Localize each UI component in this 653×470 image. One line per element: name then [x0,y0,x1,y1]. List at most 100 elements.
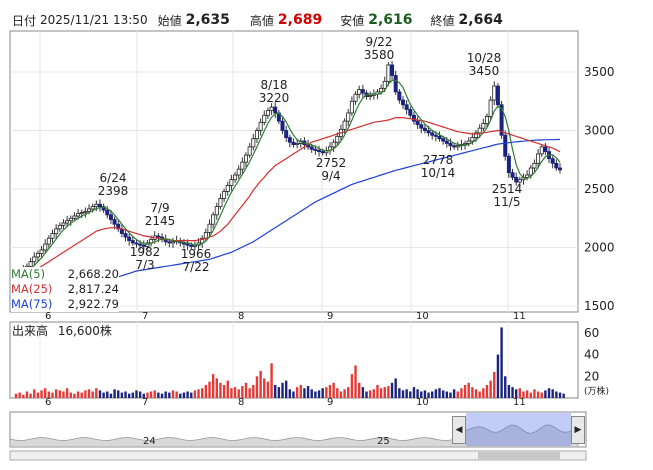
volume-bar [474,389,478,398]
volume-bar [504,376,507,398]
volume-bar [325,387,328,398]
volume-bar [248,388,251,398]
ma75-legend-name: MA(75) [11,297,53,311]
volume-bar [14,393,18,398]
navigator-scroll-thumb [478,452,560,459]
volume-bar [431,391,434,398]
x-month-label: 8 [238,311,244,322]
candle-body [430,132,435,136]
candle-body [244,154,249,163]
candle-body [419,124,424,129]
volume-bar [416,389,419,398]
annotation-bottom: 2145 [145,214,176,228]
volume-bar [54,389,58,398]
candle-body [123,233,128,238]
annotation-top: 2752 [316,156,347,170]
volume-bar [91,391,94,398]
volume-bar [478,391,481,398]
volume-bar [182,392,186,398]
x-month-label: 6 [45,311,51,322]
candle-body [510,172,515,178]
candle-body [495,85,500,106]
volume-bar [168,392,171,398]
candle-body [397,91,402,101]
annotation-top: 8/18 [261,78,288,92]
annotation-top: 2778 [423,153,454,167]
volume-bar [157,392,160,398]
volume-bar [65,388,69,398]
candle-body [543,146,548,152]
volume-bar [211,374,215,398]
volume-bar [106,391,109,398]
candle-body [349,100,354,114]
navigator-right-handle[interactable]: ▶ [571,416,585,444]
candle-body [492,85,497,101]
candle-body [437,135,442,140]
candle-body [233,174,238,181]
volume-bar [201,388,204,398]
volume-bar [343,389,346,398]
candle-body [28,261,33,267]
volume-bar [288,389,292,398]
candle-body [532,162,537,169]
volume-bar [237,389,240,398]
candle-body [415,120,420,126]
volume-bar [120,392,124,398]
x-month-label: 11 [513,311,526,322]
candle-body [65,220,70,224]
candle-body [112,219,117,225]
volume-bar [449,392,452,398]
volume-bar [36,392,40,398]
volume-bar [84,390,87,398]
volume-bar [361,387,365,398]
candle-body [247,146,252,156]
volume-bar [266,381,270,398]
volume-bar [350,374,354,398]
volume-bar [562,393,565,398]
volume-bar [383,387,386,398]
candle-body [342,120,347,130]
volume-bar [233,387,237,398]
candle-body [108,214,113,220]
volume-bar [87,389,91,398]
volume-bar [175,391,178,398]
candle-body [134,242,139,245]
candle-body [214,206,219,216]
volume-bar [511,387,514,398]
candle-body [503,134,508,157]
navigator-selection [466,413,571,446]
y-tick-label: 3500 [584,65,615,79]
candle-body [408,109,413,116]
candle-body [269,106,274,112]
candle-body [265,110,270,116]
candle-body [127,236,132,241]
volume-tick-label: 20 [584,369,599,383]
volume-bar [197,389,200,398]
volume-bar [76,391,80,398]
volume-label-value: 16,600株 [57,324,112,338]
volume-bar [471,387,474,398]
volume-bar [25,391,29,398]
candle-body [156,235,161,238]
volume-bar [146,392,149,398]
volume-bar [18,392,21,398]
volume-bar [456,391,459,398]
volume-bar [390,382,394,398]
volume-bar [241,386,244,398]
volume-bar [230,388,233,398]
candle-body [167,241,172,244]
volume-bar [186,391,189,398]
volume-x-month-label: 6 [45,397,51,408]
annotation-bottom: 3220 [259,91,290,105]
annotation-bottom: 7/22 [183,260,210,274]
navigator-left-handle[interactable]: ◀ [452,416,466,444]
volume-bar [117,390,120,398]
volume-bar [485,384,489,398]
candle-body [284,130,289,138]
candle-body [170,241,175,244]
candle-body [309,146,314,150]
candle-body [335,135,340,143]
volume-bar [215,378,219,398]
volume-bar [47,391,51,398]
candle-body [90,206,95,210]
